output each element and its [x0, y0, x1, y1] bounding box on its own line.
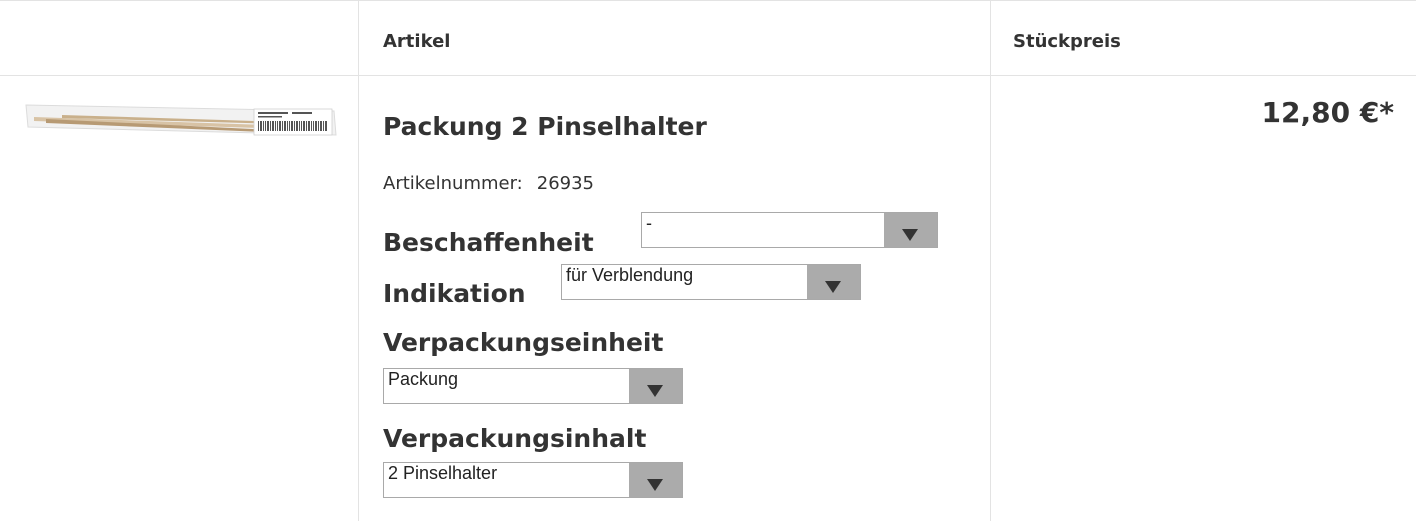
dropdown-button[interactable] — [629, 369, 682, 403]
select-verpackungsinhalt[interactable]: 2 Pinselhalter — [383, 462, 683, 498]
option-label-verpackungseinheit: Verpackungseinheit — [383, 328, 664, 357]
option-label-beschaffenheit: Beschaffenheit — [383, 228, 594, 257]
dropdown-button[interactable] — [629, 463, 682, 497]
chevron-down-icon — [825, 281, 841, 293]
article-number-label: Artikelnummer: — [383, 173, 523, 194]
product-title[interactable]: Packung 2 Pinselhalter — [383, 112, 707, 141]
select-verpackungseinheit[interactable]: Packung — [383, 368, 683, 404]
column-divider — [358, 0, 359, 521]
dropdown-button[interactable] — [807, 265, 860, 299]
chevron-down-icon — [902, 229, 918, 241]
article-number-value: 26935 — [536, 173, 595, 194]
article-number: Artikelnummer: 26935 — [383, 173, 594, 194]
option-label-indikation: Indikation — [383, 279, 526, 308]
option-label-verpackungsinhalt: Verpackungsinhalt — [383, 424, 647, 453]
column-header-price: Stückpreis — [1013, 31, 1121, 52]
column-divider — [990, 0, 991, 521]
cart-table: Artikel Stückpreis Packung 2 Pinselhalte… — [0, 0, 1416, 521]
select-value: 2 Pinselhalter — [388, 463, 498, 483]
table-header: Artikel Stückpreis — [0, 0, 1416, 76]
select-value: - — [646, 213, 652, 233]
select-value: für Verblendung — [566, 265, 694, 285]
select-value: Packung — [388, 369, 459, 389]
column-header-article: Artikel — [383, 31, 451, 52]
unit-price: 12,80 €* — [1261, 96, 1394, 129]
select-beschaffenheit[interactable]: - — [641, 212, 938, 248]
chevron-down-icon — [647, 479, 663, 491]
chevron-down-icon — [647, 385, 663, 397]
select-indikation[interactable]: für Verblendung — [561, 264, 861, 300]
dropdown-button[interactable] — [884, 213, 937, 247]
product-image[interactable] — [22, 97, 338, 147]
